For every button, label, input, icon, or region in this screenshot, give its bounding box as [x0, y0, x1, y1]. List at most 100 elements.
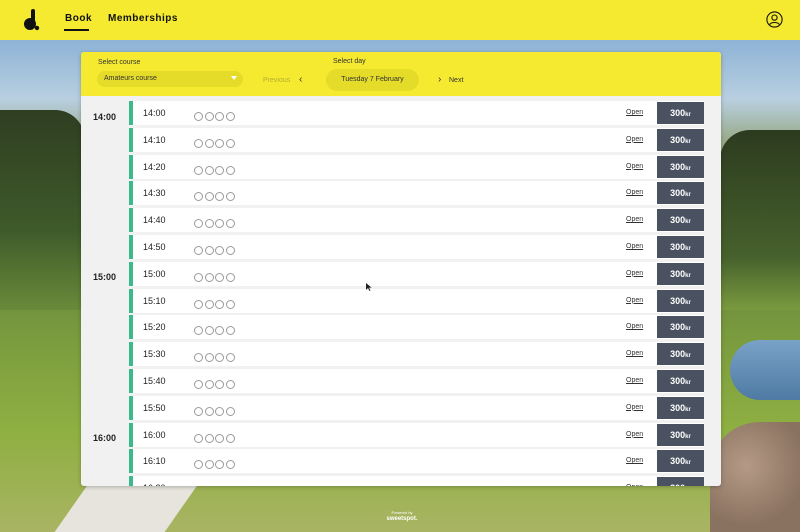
- slot-status-link[interactable]: Open: [626, 431, 643, 438]
- price-button[interactable]: 300kr: [657, 236, 704, 258]
- tee-time-row[interactable]: 14:50 Open 300kr: [129, 235, 704, 259]
- price-value: 300: [670, 402, 686, 413]
- price-currency: kr: [685, 326, 691, 333]
- slot-status-link[interactable]: Open: [626, 457, 643, 464]
- empty-spot-icon: [215, 380, 224, 389]
- player-spots: [194, 456, 236, 470]
- empty-spot-icon: [204, 406, 214, 416]
- player-spots: [194, 296, 236, 309]
- player-spots: [194, 242, 236, 255]
- player-spots: [194, 403, 236, 416]
- price-currency: kr: [685, 272, 691, 279]
- empty-spot-icon: [204, 299, 214, 309]
- tee-time-row[interactable]: 15:10 Open 300kr: [129, 288, 704, 313]
- tee-time-row[interactable]: 15:30 Open 300kr: [129, 342, 704, 367]
- tee-time-row[interactable]: 14:40 Open 300kr: [129, 208, 704, 233]
- tee-time-row[interactable]: 15:00 Open 300kr: [129, 261, 704, 286]
- slot-status-link[interactable]: Open: [626, 377, 643, 384]
- slot-status-link[interactable]: Open: [626, 297, 643, 304]
- price-value: 300: [670, 134, 686, 145]
- tee-time-row[interactable]: 14:20 Open 300kr: [129, 154, 704, 179]
- tee-time-row[interactable]: 15:20 Open 300kr: [129, 315, 704, 340]
- empty-spot-icon: [204, 246, 214, 255]
- empty-spot-icon: [194, 272, 203, 282]
- slot-status-link[interactable]: Open: [626, 216, 643, 223]
- slot-status-link[interactable]: Open: [626, 243, 643, 250]
- brand-logo-icon[interactable]: [22, 9, 40, 31]
- price-currency: kr: [685, 112, 691, 118]
- slot-status-link[interactable]: Open: [626, 484, 643, 486]
- empty-spot-icon: [194, 433, 203, 443]
- tee-time-label: 14:50: [143, 242, 166, 252]
- empty-spot-icon: [194, 326, 203, 336]
- price-button[interactable]: 300kr: [657, 343, 704, 366]
- empty-spot-icon: [204, 112, 214, 121]
- empty-spot-icon: [194, 219, 203, 229]
- next-day-button[interactable]: Next: [449, 77, 463, 84]
- price-button[interactable]: 300kr: [657, 209, 704, 232]
- nav-link-book[interactable]: Book: [65, 13, 92, 24]
- price-button[interactable]: 300kr: [657, 262, 704, 285]
- price-button[interactable]: 300kr: [657, 289, 704, 312]
- tee-time-row[interactable]: 16:00 Open 300kr: [129, 422, 704, 447]
- price-button[interactable]: 300kr: [657, 423, 704, 446]
- tee-time-row[interactable]: 14:10 Open 300kr: [129, 127, 704, 152]
- slot-status-link[interactable]: Open: [626, 109, 643, 116]
- price-currency: kr: [685, 353, 691, 360]
- price-value: 300: [670, 215, 686, 226]
- slot-status-link[interactable]: Open: [626, 350, 643, 357]
- slot-status-link[interactable]: Open: [626, 323, 643, 330]
- day-label: Select day: [333, 58, 366, 65]
- player-spots: [194, 322, 236, 336]
- price-button[interactable]: 300kr: [657, 450, 704, 473]
- empty-spot-icon: [215, 272, 224, 282]
- player-spots: [194, 349, 236, 363]
- player-spots: [194, 215, 236, 229]
- tee-time-label: 14:20: [143, 161, 166, 172]
- background-rocks: [710, 422, 800, 532]
- day-select[interactable]: Tuesday 7 February: [326, 69, 419, 91]
- price-value: 300: [670, 242, 686, 252]
- empty-spot-icon: [194, 380, 203, 389]
- price-value: 300: [670, 108, 686, 118]
- price-button[interactable]: 300kr: [657, 102, 704, 124]
- price-button[interactable]: 300kr: [657, 316, 704, 339]
- chevron-right-icon[interactable]: ›: [438, 74, 441, 85]
- user-account-icon[interactable]: [766, 11, 783, 28]
- tee-time-row[interactable]: 16:10 Open 300kr: [129, 449, 704, 474]
- empty-spot-icon: [225, 219, 235, 229]
- tee-time-row[interactable]: 15:40 Open 300kr: [129, 369, 704, 393]
- slot-status-link[interactable]: Open: [626, 404, 643, 411]
- active-nav-indicator: [64, 29, 89, 31]
- slot-status-link[interactable]: Open: [626, 189, 643, 196]
- course-select[interactable]: Amateurs course: [97, 71, 243, 87]
- booking-panel: Select course Amateurs course Previous ‹…: [81, 52, 721, 486]
- player-spots: [194, 162, 236, 175]
- previous-day-label[interactable]: Previous: [263, 77, 290, 84]
- mouse-cursor-icon: [366, 283, 372, 291]
- empty-spot-icon: [204, 138, 214, 148]
- price-button[interactable]: 300kr: [657, 477, 704, 486]
- price-value: 300: [670, 456, 686, 467]
- price-button[interactable]: 300kr: [657, 396, 704, 419]
- price-button[interactable]: 300kr: [657, 155, 704, 178]
- price-button[interactable]: 300kr: [657, 128, 704, 151]
- chevron-left-icon[interactable]: ‹: [299, 74, 302, 85]
- tee-time-label: 14:00: [143, 108, 166, 118]
- slot-status-link[interactable]: Open: [626, 163, 643, 170]
- powered-by-footer: Powered by sweetspot.: [380, 510, 424, 522]
- price-button[interactable]: 300kr: [657, 370, 704, 392]
- price-value: 300: [670, 188, 686, 199]
- price-currency: kr: [685, 433, 691, 440]
- slot-status-link[interactable]: Open: [626, 136, 643, 143]
- sweetspot-brand[interactable]: sweetspot.: [380, 516, 424, 522]
- empty-spot-icon: [215, 326, 224, 336]
- tee-time-row[interactable]: 15:50 Open 300kr: [129, 395, 704, 420]
- tee-time-row[interactable]: 16:20 Open 300kr: [129, 476, 704, 486]
- slot-status-link[interactable]: Open: [626, 270, 643, 277]
- tee-time-row[interactable]: 14:30 Open 300kr: [129, 181, 704, 206]
- nav-link-memberships[interactable]: Memberships: [108, 13, 178, 24]
- empty-spot-icon: [204, 380, 214, 389]
- tee-time-row[interactable]: 14:00 Open 300kr: [129, 101, 704, 125]
- price-button[interactable]: 300kr: [657, 182, 704, 205]
